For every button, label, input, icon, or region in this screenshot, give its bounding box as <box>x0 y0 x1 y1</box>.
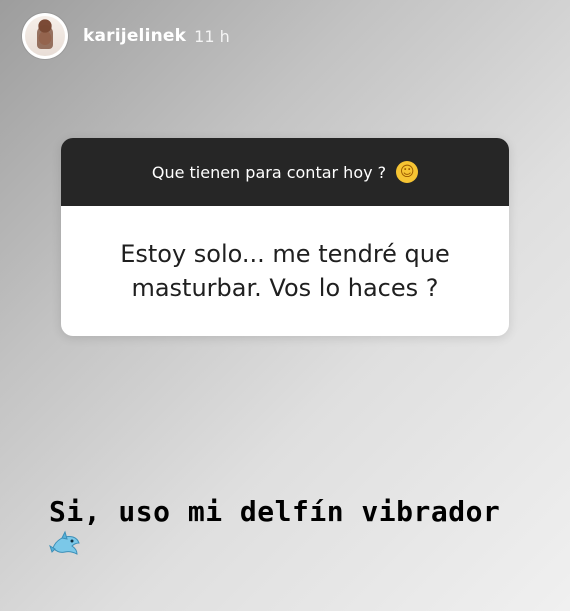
dolphin-icon <box>49 530 80 555</box>
story-reply-text: Si, uso mi delfín vibrador <box>49 495 501 528</box>
profile-avatar[interactable] <box>22 13 68 59</box>
question-prompt-text: Que tienen para contar hoy ? <box>151 162 387 182</box>
story-header: karijelinek 11 h <box>22 12 230 60</box>
username[interactable]: karijelinek <box>83 26 186 46</box>
avatar-image <box>25 16 65 56</box>
question-prompt-bar: Que tienen para contar hoy ? ☺ <box>61 138 509 206</box>
question-card: Que tienen para contar hoy ? ☺ Estoy sol… <box>61 138 509 336</box>
question-answer-box: Estoy solo... me tendré que masturbar. V… <box>61 206 509 336</box>
post-time: 11 h <box>194 26 230 46</box>
question-answer-text: Estoy solo... me tendré que masturbar. V… <box>120 240 450 302</box>
hugging-face-icon: ☺ <box>396 161 419 183</box>
